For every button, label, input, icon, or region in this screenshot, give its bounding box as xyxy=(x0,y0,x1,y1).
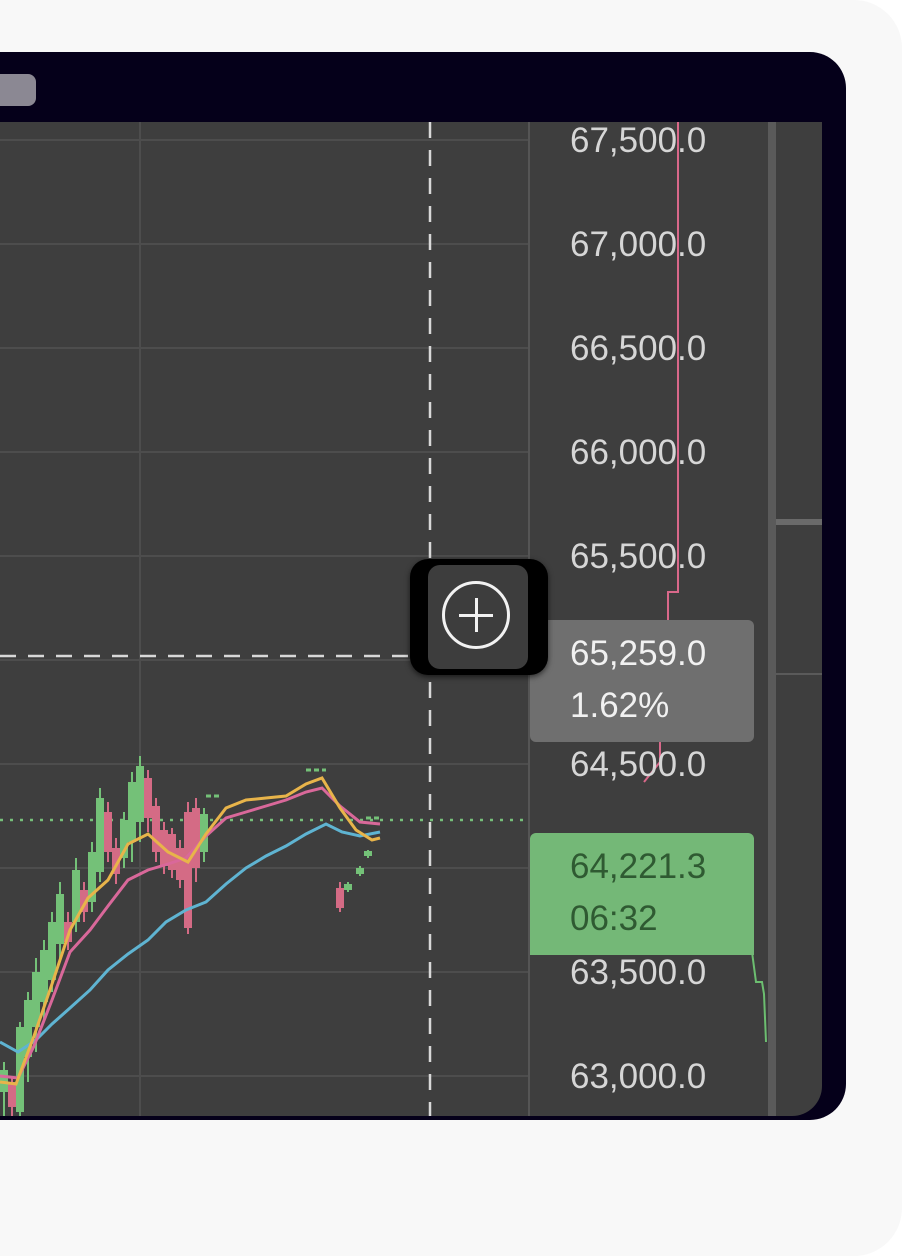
price-axis-label: 67,500.0 xyxy=(570,122,706,160)
candle-body xyxy=(8,1082,16,1107)
price-axis-scroll-track[interactable] xyxy=(768,122,776,1116)
price-axis-label: 66,000.0 xyxy=(570,433,706,472)
last-price-badge: 64,221.3 06:32 xyxy=(530,833,754,955)
candle-body xyxy=(96,798,104,872)
candle-body xyxy=(40,950,48,1002)
candle-body xyxy=(136,766,144,822)
crosshair-plus-button[interactable] xyxy=(410,559,548,675)
candles xyxy=(0,756,382,1116)
candle-countdown: 06:32 xyxy=(570,899,658,938)
crosshair-plus-icon xyxy=(442,581,510,649)
crosshair-price: 65,259.0 xyxy=(570,634,707,673)
price-axis-label: 66,500.0 xyxy=(570,329,706,368)
candle-body xyxy=(364,851,372,856)
price-axis-label: 63,500.0 xyxy=(570,953,706,992)
last-price-value: 64,221.3 xyxy=(570,847,707,886)
candle-body xyxy=(104,812,112,852)
candle-body xyxy=(176,848,184,880)
price-axis-label: 67,000.0 xyxy=(570,225,706,264)
candle-body xyxy=(344,884,352,890)
candlestick-chart[interactable]: 67,500.0 67,000.0 66,500.0 66,000.0 65,5… xyxy=(0,122,822,1116)
depth-trace-green xyxy=(751,951,767,1043)
window-titlebar xyxy=(0,52,846,122)
price-axis-label: 63,000.0 xyxy=(570,1057,706,1096)
candle-body xyxy=(56,894,64,944)
candle-body xyxy=(336,888,344,908)
crosshair-price-badge: 65,259.0 1.62% xyxy=(530,620,754,742)
app-window: 67,500.0 67,000.0 66,500.0 66,000.0 65,5… xyxy=(0,52,846,1120)
candle-body xyxy=(356,868,364,874)
page-background: 67,500.0 67,000.0 66,500.0 66,000.0 65,5… xyxy=(0,0,902,1256)
title-tab-pill[interactable] xyxy=(0,74,36,106)
candle-body xyxy=(144,778,152,818)
price-axis-label: 64,500.0 xyxy=(570,745,706,784)
candle-body xyxy=(128,782,136,842)
crosshair-change-percent: 1.62% xyxy=(570,686,670,725)
candle-body xyxy=(192,808,200,868)
price-axis-label: 65,500.0 xyxy=(570,537,706,576)
